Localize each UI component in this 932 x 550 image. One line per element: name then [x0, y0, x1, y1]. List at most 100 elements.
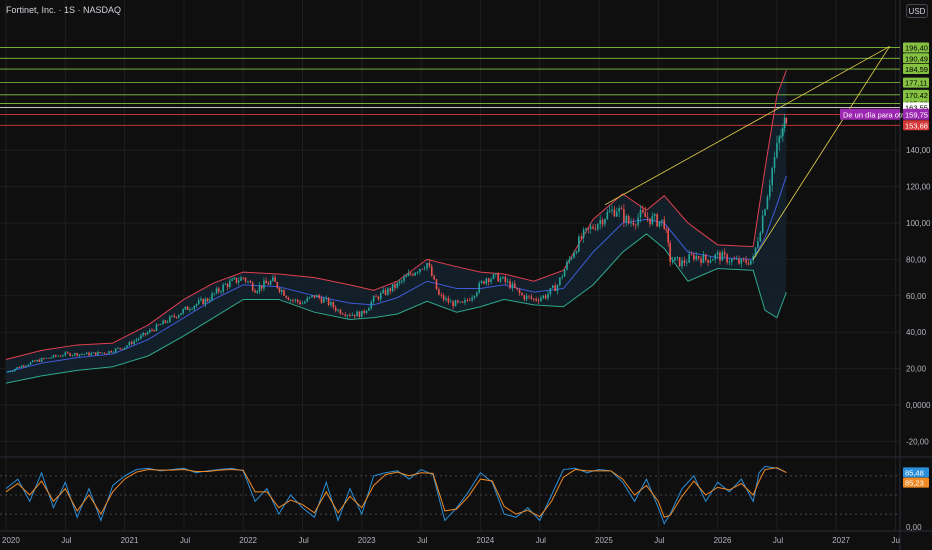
candle-body: [258, 285, 261, 291]
horizontal-levels: [0, 47, 900, 126]
candle-body: [43, 358, 45, 359]
candle-body: [379, 293, 382, 300]
candle-body: [342, 313, 344, 315]
candle-body: [20, 365, 23, 368]
candle-body: [499, 278, 502, 282]
candle-body: [112, 352, 115, 353]
bollinger-band-area: [6, 70, 787, 384]
candle-body: [649, 218, 651, 225]
candle-body: [639, 209, 642, 218]
candle-body: [440, 294, 443, 296]
candle-body: [573, 253, 575, 258]
candle-body: [363, 310, 365, 313]
candle-body: [452, 301, 454, 307]
candle-body: [525, 295, 528, 300]
candle-body: [283, 290, 285, 296]
candle-body: [27, 364, 30, 366]
candle-body: [332, 302, 335, 308]
candle-body: [81, 354, 83, 355]
candle-body: [334, 307, 337, 311]
candle-body: [377, 296, 380, 300]
candle-body: [568, 258, 571, 262]
candle-body: [301, 303, 304, 305]
candle-body: [169, 316, 171, 322]
candle-body: [449, 301, 452, 303]
candle-body: [719, 252, 721, 261]
candle-body: [438, 289, 440, 295]
candle-body: [389, 288, 392, 292]
candle-body: [483, 281, 485, 284]
stoch-y-tick-label: 0,00: [906, 523, 922, 532]
candle-body: [587, 228, 590, 229]
candle-body: [220, 291, 222, 293]
currency-button[interactable]: USD: [906, 4, 928, 18]
candle-body: [766, 196, 769, 210]
stoch-line-d: [5, 467, 787, 518]
candle-body: [323, 298, 325, 303]
candle-body: [726, 254, 728, 263]
candle-body: [476, 292, 478, 297]
candle-body: [712, 259, 714, 261]
candle-body: [327, 297, 330, 306]
candle-body: [119, 347, 121, 349]
candle-body: [306, 298, 309, 302]
price-axis[interactable]: -20,00 0,0000 20,00 40,00 60,00 80,00 100,00 12…: [840, 42, 931, 532]
y-tick-label: 20,00: [906, 365, 927, 374]
candle-body: [606, 212, 609, 220]
candle-body: [25, 365, 27, 367]
candle-body: [658, 221, 661, 227]
candle-body: [76, 353, 78, 356]
candle-body: [52, 355, 55, 358]
candle-body: [782, 128, 784, 137]
y-tick-label: 60,00: [906, 292, 927, 301]
x-tick-label: 2020: [2, 536, 20, 545]
candle-body: [592, 226, 594, 229]
candle-body: [630, 222, 632, 224]
candle-body: [604, 219, 606, 225]
level-tag-label: 190,49: [905, 54, 928, 63]
candle-body: [707, 259, 709, 263]
candle-body: [661, 219, 663, 222]
candle-body: [459, 301, 462, 303]
candle-body: [468, 300, 471, 301]
candle-body: [466, 299, 469, 301]
candle-body: [461, 301, 464, 303]
candle-body: [497, 273, 499, 282]
candle-body: [644, 212, 647, 218]
price-chart[interactable]: -20,00 0,0000 20,00 40,00 60,00 80,00 100,00 12…: [0, 0, 932, 550]
candle-body: [618, 208, 620, 212]
candle-body: [240, 277, 242, 281]
candle-body: [274, 277, 276, 282]
candle-body: [186, 306, 189, 310]
level-tag-label: 177,11: [905, 79, 927, 88]
candle-body: [768, 185, 771, 197]
candle-body: [308, 297, 311, 299]
candle-body: [403, 277, 405, 281]
candle-body: [272, 277, 274, 282]
candle-body: [561, 276, 564, 278]
candle-body: [401, 280, 403, 282]
candle-body: [785, 117, 788, 123]
x-tick-label: Jul: [536, 536, 546, 545]
candle-body: [88, 352, 90, 356]
candle-body: [700, 258, 702, 263]
candle-body: [597, 224, 599, 230]
candle-body: [532, 298, 535, 300]
x-tick-label: 2027: [832, 536, 850, 545]
candle-body: [625, 215, 628, 223]
candle-body: [278, 287, 281, 292]
candle-body: [620, 208, 623, 210]
candle-body: [551, 285, 554, 289]
candle-body: [375, 296, 377, 297]
candle-body: [162, 320, 164, 325]
candle-body: [31, 360, 34, 363]
candle-body: [368, 308, 370, 311]
candle-body: [330, 302, 332, 306]
candle-body: [235, 277, 238, 283]
candle-body: [676, 257, 679, 259]
candle-body: [582, 229, 585, 238]
time-axis[interactable]: 2020 Jul 2021 Jul 2022 Jul 2023 Jul 2024 Jul 2025 J…: [2, 536, 900, 545]
candle-body: [759, 232, 762, 242]
candle-body: [423, 268, 426, 270]
stochastic-pane: [0, 465, 900, 525]
